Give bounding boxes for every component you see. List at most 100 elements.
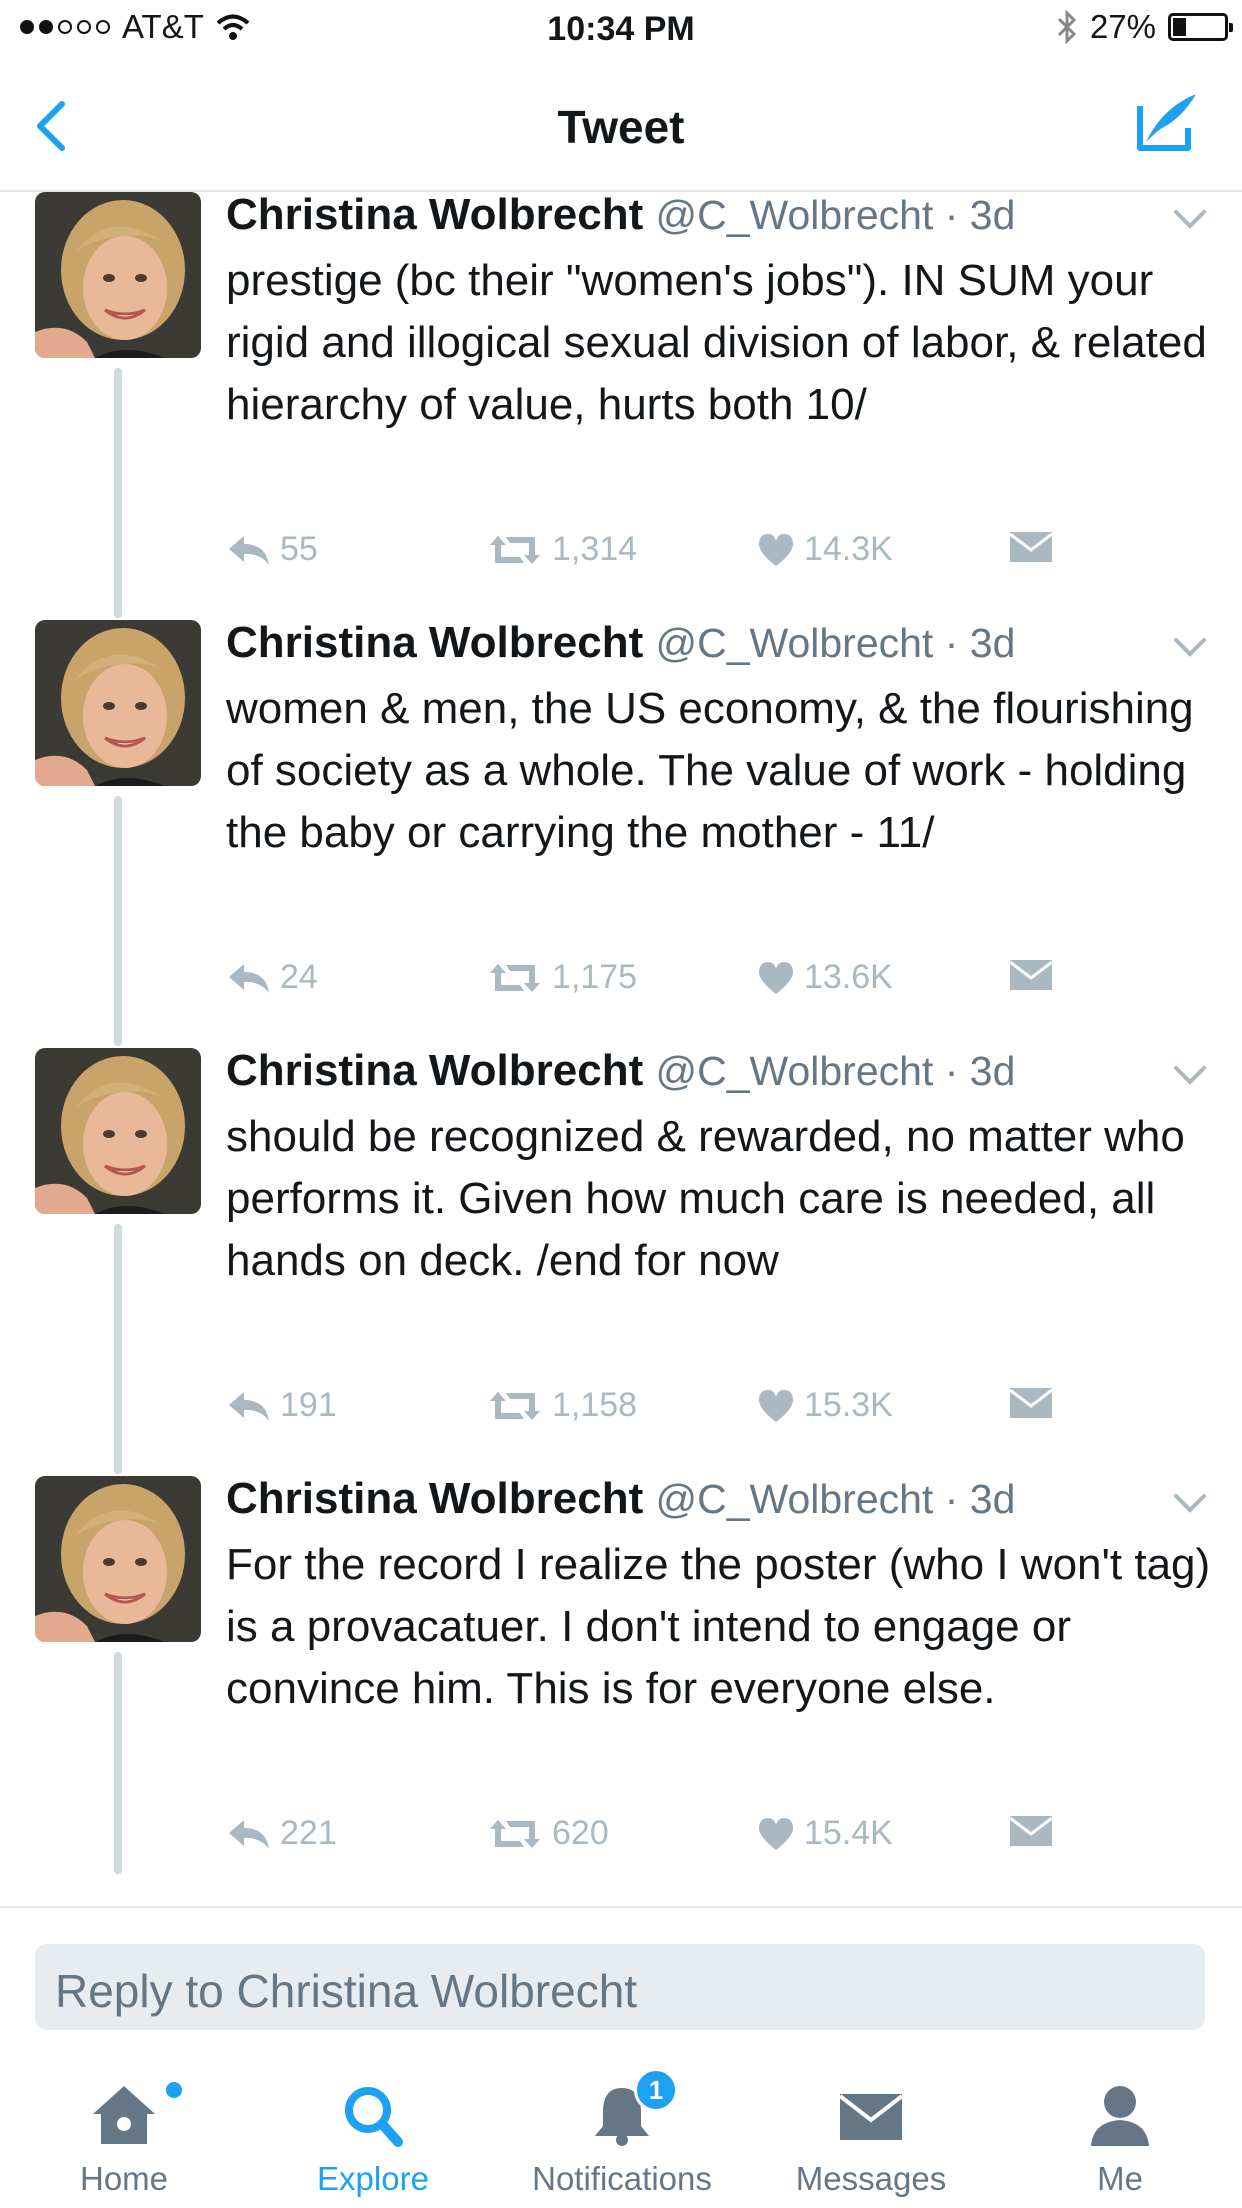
reply-button[interactable]: 221 bbox=[226, 1814, 337, 1853]
compose-tweet-icon[interactable] bbox=[1132, 88, 1202, 158]
search-icon bbox=[345, 2087, 403, 2147]
retweet-count: 1,175 bbox=[552, 958, 638, 996]
tab-bar: Home Explore 1 Notifications Messages Me bbox=[0, 2060, 1242, 2208]
author-handle[interactable]: @C_Wolbrecht bbox=[655, 1048, 933, 1094]
retweet-button[interactable]: 620 bbox=[486, 1814, 609, 1853]
heart-icon bbox=[756, 960, 796, 996]
retweet-button[interactable]: 1,158 bbox=[486, 1386, 637, 1425]
like-button[interactable]: 14.3K bbox=[756, 530, 893, 569]
system-indicators: 27% bbox=[1056, 8, 1233, 46]
tab-label: Me bbox=[1097, 2160, 1143, 2197]
retweet-icon bbox=[486, 1817, 544, 1851]
thread-connector bbox=[114, 796, 122, 1046]
tweet-time: 3d bbox=[969, 192, 1016, 238]
heart-icon bbox=[756, 1388, 796, 1424]
tab-explore[interactable]: Explore bbox=[263, 2060, 483, 2208]
page-title: Tweet bbox=[557, 101, 685, 153]
tweet-text: prestige (bc their "women's jobs"). IN S… bbox=[226, 256, 1207, 429]
retweet-icon bbox=[486, 1389, 544, 1423]
tab-label: Messages bbox=[795, 2160, 947, 2197]
chevron-down-icon[interactable] bbox=[1170, 1060, 1210, 1090]
retweet-icon bbox=[486, 533, 544, 567]
tweet-item[interactable]: Christina Wolbrecht @C_Wolbrecht · 3d sh… bbox=[0, 1046, 1242, 1474]
author-handle[interactable]: @C_Wolbrecht bbox=[655, 192, 933, 238]
reply-icon bbox=[226, 961, 272, 995]
reply-button[interactable]: 24 bbox=[226, 958, 318, 997]
thread-connector bbox=[114, 368, 122, 618]
navigation-bar: Tweet bbox=[0, 60, 1242, 192]
tab-label: Explore bbox=[317, 2160, 429, 2197]
tweet-text: should be recognized & rewarded, no matt… bbox=[226, 1112, 1185, 1285]
author-avatar[interactable] bbox=[35, 620, 201, 786]
tab-label: Notifications bbox=[532, 2160, 712, 2197]
tweet-actions: 24 1,175 13.6K bbox=[226, 958, 1126, 1008]
author-name[interactable]: Christina Wolbrecht bbox=[226, 618, 643, 667]
tweet-time: 3d bbox=[969, 620, 1016, 666]
like-count: 14.3K bbox=[804, 530, 893, 568]
tab-messages[interactable]: Messages bbox=[761, 2060, 981, 2208]
retweet-count: 620 bbox=[552, 1814, 609, 1852]
status-bar: AT&T 10:34 PM 27% bbox=[0, 0, 1242, 60]
retweet-count: 1,314 bbox=[552, 530, 638, 568]
author-name[interactable]: Christina Wolbrecht bbox=[226, 1046, 643, 1095]
like-button[interactable]: 15.3K bbox=[756, 1386, 893, 1425]
reply-count: 24 bbox=[280, 958, 318, 996]
heart-icon bbox=[756, 1816, 796, 1852]
author-avatar[interactable] bbox=[35, 1048, 201, 1214]
direct-message-button[interactable] bbox=[1008, 530, 1054, 564]
envelope-icon bbox=[1008, 958, 1054, 992]
envelope-icon bbox=[1008, 530, 1054, 564]
tweet-header: Christina Wolbrecht @C_Wolbrecht · 3d bbox=[226, 618, 1016, 667]
reply-input[interactable]: Reply to Christina Wolbrecht bbox=[35, 1944, 1205, 2030]
tab-me[interactable]: Me bbox=[1010, 2060, 1230, 2208]
chevron-down-icon[interactable] bbox=[1170, 632, 1210, 662]
tab-notifications[interactable]: 1 Notifications bbox=[512, 2060, 732, 2208]
author-handle[interactable]: @C_Wolbrecht bbox=[655, 620, 933, 666]
reply-icon bbox=[226, 1389, 272, 1423]
tweet-header: Christina Wolbrecht @C_Wolbrecht · 3d bbox=[226, 190, 1016, 239]
author-avatar[interactable] bbox=[35, 1476, 201, 1642]
chevron-down-icon[interactable] bbox=[1170, 1488, 1210, 1518]
author-avatar[interactable] bbox=[35, 192, 201, 358]
reply-button[interactable]: 55 bbox=[226, 530, 318, 569]
reply-placeholder: Reply to Christina Wolbrecht bbox=[55, 1965, 638, 2017]
reply-count: 191 bbox=[280, 1386, 337, 1424]
like-button[interactable]: 13.6K bbox=[756, 958, 893, 997]
reply-icon bbox=[226, 533, 272, 567]
retweet-button[interactable]: 1,314 bbox=[486, 530, 637, 569]
tweet-actions: 221 620 15.4K bbox=[226, 1814, 1126, 1864]
tweet-header: Christina Wolbrecht @C_Wolbrecht · 3d bbox=[226, 1046, 1016, 1095]
divider bbox=[0, 1906, 1242, 1908]
tweet-item[interactable]: Christina Wolbrecht @C_Wolbrecht · 3d pr… bbox=[0, 190, 1242, 618]
reply-count: 55 bbox=[280, 530, 318, 568]
author-name[interactable]: Christina Wolbrecht bbox=[226, 1474, 643, 1523]
home-icon bbox=[93, 2086, 155, 2144]
tweet-time: 3d bbox=[969, 1048, 1016, 1094]
retweet-button[interactable]: 1,175 bbox=[486, 958, 637, 997]
unread-indicator-dot bbox=[166, 2082, 182, 2098]
like-count: 13.6K bbox=[804, 958, 893, 996]
battery-icon bbox=[1168, 13, 1233, 41]
envelope-icon bbox=[838, 2094, 904, 2140]
thread-connector bbox=[114, 1224, 122, 1474]
thread-connector bbox=[114, 1652, 122, 1874]
like-button[interactable]: 15.4K bbox=[756, 1814, 893, 1853]
tweet-actions: 191 1,158 15.3K bbox=[226, 1386, 1126, 1436]
reply-button[interactable]: 191 bbox=[226, 1386, 337, 1425]
tab-home[interactable]: Home bbox=[14, 2060, 234, 2208]
retweet-icon bbox=[486, 961, 544, 995]
direct-message-button[interactable] bbox=[1008, 1386, 1054, 1420]
tweet-item[interactable]: Christina Wolbrecht @C_Wolbrecht · 3d Fo… bbox=[0, 1474, 1242, 1906]
tweet-item[interactable]: Christina Wolbrecht @C_Wolbrecht · 3d wo… bbox=[0, 618, 1242, 1046]
like-count: 15.3K bbox=[804, 1386, 893, 1424]
direct-message-button[interactable] bbox=[1008, 958, 1054, 992]
tweet-header: Christina Wolbrecht @C_Wolbrecht · 3d bbox=[226, 1474, 1016, 1523]
author-name[interactable]: Christina Wolbrecht bbox=[226, 190, 643, 239]
bluetooth-icon bbox=[1057, 10, 1077, 44]
author-handle[interactable]: @C_Wolbrecht bbox=[655, 1476, 933, 1522]
reply-count: 221 bbox=[280, 1814, 337, 1852]
like-count: 15.4K bbox=[804, 1814, 893, 1852]
battery-percent: 27% bbox=[1089, 8, 1156, 45]
direct-message-button[interactable] bbox=[1008, 1814, 1054, 1848]
chevron-down-icon[interactable] bbox=[1170, 204, 1210, 234]
